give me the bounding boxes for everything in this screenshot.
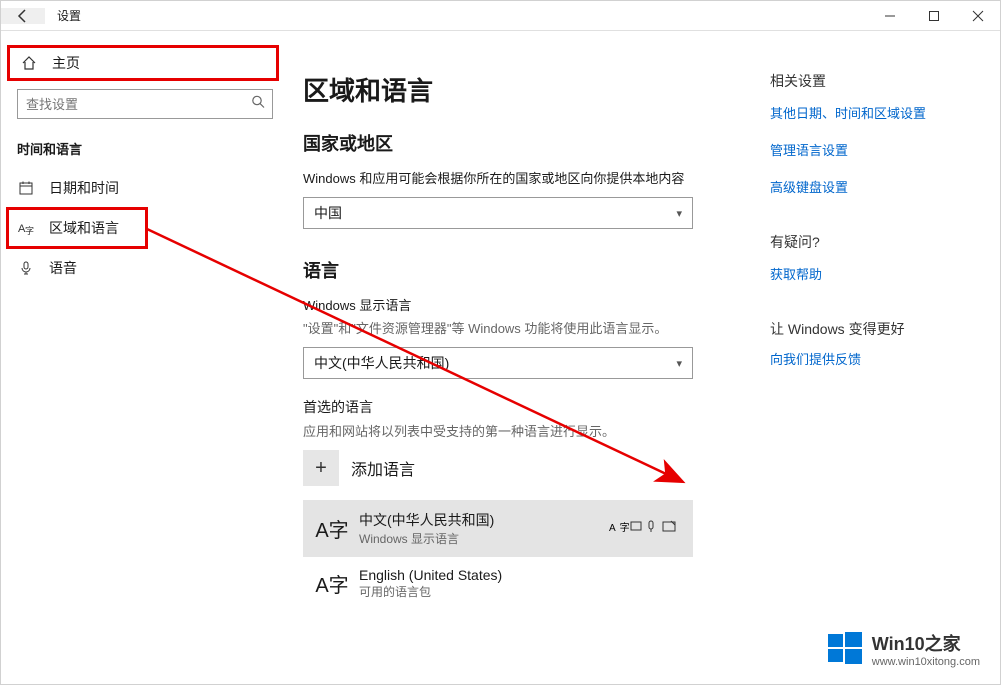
region-heading: 国家或地区 — [303, 130, 746, 156]
search-input[interactable] — [17, 89, 273, 119]
close-icon — [972, 10, 984, 22]
window-title: 设置 — [45, 7, 93, 24]
right-pane: 相关设置 其他日期、时间和区域设置 管理语言设置 高级键盘设置 有疑问? 获取帮… — [746, 71, 976, 684]
calendar-icon — [17, 180, 35, 196]
add-language-button[interactable]: + 添加语言 — [303, 450, 746, 486]
region-select[interactable]: 中国 ▾ — [303, 197, 693, 229]
preferred-desc: 应用和网站将以列表中受支持的第一种语言进行显示。 — [303, 421, 746, 440]
language-item-labels: English (United States) 可用的语言包 — [359, 567, 681, 600]
titlebar-left: 设置 — [1, 1, 93, 30]
language-icon: A字 — [17, 220, 35, 236]
main: 区域和语言 国家或地区 Windows 和应用可能会根据你所在的国家或地区向你提… — [289, 31, 1000, 684]
sidebar-item-speech[interactable]: 语音 — [1, 248, 289, 288]
language-item-name: 中文(中华人民共和国) — [359, 510, 609, 530]
minimize-icon — [884, 10, 896, 22]
preferred-heading: 首选的语言 — [303, 397, 746, 417]
link-get-help[interactable]: 获取帮助 — [770, 264, 976, 283]
windows-logo-icon — [828, 632, 862, 666]
language-item-sub: Windows 显示语言 — [359, 530, 609, 547]
back-arrow-icon — [15, 8, 31, 24]
window-body: 主页 时间和语言 日期和时间 A字 区域和语言 — [1, 31, 1000, 684]
help-block: 有疑问? 获取帮助 — [770, 232, 976, 283]
help-heading: 有疑问? — [770, 232, 976, 252]
display-language-select[interactable]: 中文(中华人民共和国) ▾ — [303, 347, 693, 379]
related-settings-block: 相关设置 其他日期、时间和区域设置 管理语言设置 高级键盘设置 — [770, 71, 976, 196]
sidebar-search-wrap — [17, 89, 273, 119]
titlebar-spacer — [93, 1, 868, 30]
search-icon — [251, 95, 265, 114]
sidebar-group-title: 时间和语言 — [1, 133, 289, 168]
maximize-button[interactable] — [912, 1, 956, 30]
sidebar-home[interactable]: 主页 — [7, 45, 279, 81]
related-settings-heading: 相关设置 — [770, 71, 976, 91]
svg-text:A字: A字 — [609, 521, 634, 534]
sidebar-item-region-language[interactable]: A字 区域和语言 — [7, 208, 147, 248]
chevron-down-icon: ▾ — [676, 357, 682, 370]
branding-title: Win10之家 — [872, 630, 980, 656]
sidebar-item-label: 日期和时间 — [49, 178, 119, 198]
sidebar-item-label: 语音 — [49, 258, 77, 278]
branding-url: www.win10xitong.com — [872, 656, 980, 668]
page-title: 区域和语言 — [303, 71, 746, 108]
close-button[interactable] — [956, 1, 1000, 30]
plus-icon: + — [303, 450, 339, 486]
sidebar-home-label: 主页 — [52, 53, 80, 73]
link-advanced-keyboard[interactable]: 高级键盘设置 — [770, 177, 976, 196]
branding-watermark: Win10之家 www.win10xitong.com — [828, 630, 980, 668]
feedback-heading: 让 Windows 变得更好 — [770, 319, 976, 339]
region-select-value: 中国 — [314, 203, 342, 223]
link-other-date-time-region[interactable]: 其他日期、时间和区域设置 — [770, 103, 976, 122]
main-content: 区域和语言 国家或地区 Windows 和应用可能会根据你所在的国家或地区向你提… — [303, 71, 746, 684]
microphone-icon — [17, 260, 35, 276]
chevron-down-icon: ▾ — [676, 207, 682, 220]
add-language-label: 添加语言 — [351, 456, 415, 480]
feedback-block: 让 Windows 变得更好 向我们提供反馈 — [770, 319, 976, 368]
region-desc: Windows 和应用可能会根据你所在的国家或地区向你提供本地内容 — [303, 168, 746, 187]
language-item-name: English (United States) — [359, 567, 681, 583]
svg-text:字: 字 — [25, 225, 34, 236]
display-language-desc: "设置"和"文件资源管理器"等 Windows 功能将使用此语言显示。 — [303, 318, 746, 337]
back-button[interactable] — [1, 8, 45, 24]
minimize-button[interactable] — [868, 1, 912, 30]
link-manage-language[interactable]: 管理语言设置 — [770, 140, 976, 159]
settings-window: 设置 主页 时 — [0, 0, 1001, 685]
sidebar-item-date-time[interactable]: 日期和时间 — [1, 168, 289, 208]
language-glyph-icon: A字 — [315, 514, 349, 543]
sidebar: 主页 时间和语言 日期和时间 A字 区域和语言 — [1, 31, 289, 684]
language-glyph-icon: A字 — [315, 569, 349, 598]
language-item-chinese[interactable]: A字 中文(中华人民共和国) Windows 显示语言 A字 — [303, 500, 693, 557]
branding-text: Win10之家 www.win10xitong.com — [872, 630, 980, 668]
sidebar-item-label: 区域和语言 — [49, 218, 119, 238]
maximize-icon — [928, 10, 940, 22]
language-item-labels: 中文(中华人民共和国) Windows 显示语言 — [359, 510, 609, 547]
language-capability-icons: A字 — [609, 520, 681, 537]
language-item-sub: 可用的语言包 — [359, 583, 681, 600]
home-icon — [20, 55, 38, 71]
language-item-english[interactable]: A字 English (United States) 可用的语言包 — [303, 557, 693, 610]
titlebar: 设置 — [1, 1, 1000, 31]
link-feedback[interactable]: 向我们提供反馈 — [770, 349, 976, 368]
display-language-label: Windows 显示语言 — [303, 295, 746, 314]
display-language-value: 中文(中华人民共和国) — [314, 353, 449, 373]
language-heading: 语言 — [303, 257, 746, 283]
